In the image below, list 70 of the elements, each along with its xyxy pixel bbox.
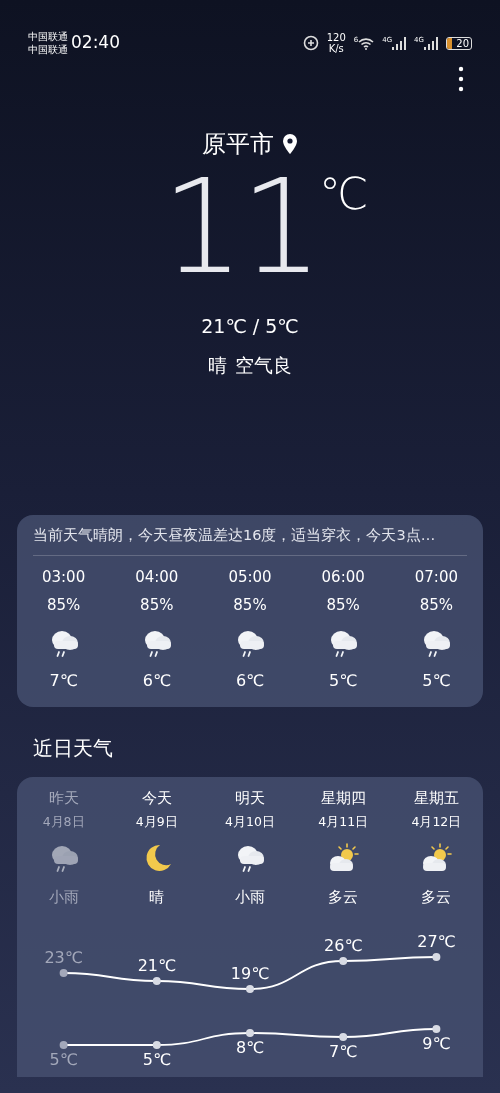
day-name: 今天 [141,787,172,809]
weather-condition: 晴 [208,352,227,378]
network-speed: 120 [326,32,346,43]
carrier-name: 中国联通 [28,30,68,43]
hour-time: 03:00 [41,566,86,588]
temperature-unit: ℃ [319,172,369,221]
carrier-name: 中国联通 [28,43,68,56]
wifi-icon [358,36,375,50]
data-point [152,976,161,985]
more-menu-icon[interactable] [458,66,464,92]
day-condition: 小雨 [235,887,265,908]
air-quality: 空气良 [235,352,292,378]
network-speed: K/s [327,43,345,54]
section-title: 近日天气 [33,734,114,762]
temperature-range: 21℃ / 5℃ [200,314,300,339]
temperature-label: 7℃ [329,1041,358,1061]
day-condition: 小雨 [48,887,79,908]
hour-time: 06:00 [321,566,365,588]
clock-time: 02:40 [71,31,120,55]
humidity: 85% [419,595,454,617]
temperature-label: 19℃ [230,963,270,983]
data-point [246,984,254,993]
day-date: 4月9日 [135,813,178,832]
city-name: 原平市 [202,129,274,160]
data-point [432,952,441,961]
day-condition: 多云 [421,887,452,908]
humidity: 85% [46,595,81,617]
day-date: 4月8日 [42,813,85,832]
hour-temperature: 5℃ [329,669,358,692]
signal-icon [424,36,438,50]
battery-indicator: 20 [446,36,472,50]
hour-time: 07:00 [414,566,458,588]
temperature-label: 5℃ [49,1049,78,1069]
signal-icon [392,36,407,50]
hour-temperature: 6℃ [142,669,171,692]
humidity: 85% [326,595,360,617]
day-condition: 晴 [149,887,165,908]
day-date: 4月12日 [411,813,462,832]
day-condition: 多云 [328,887,359,908]
humidity: 85% [233,595,267,617]
hour-temperature: 7℃ [49,669,78,692]
current-temperature: 11 [161,162,319,292]
data-point [432,1024,441,1033]
day-date: 4月11日 [318,813,369,832]
hour-time: 05:00 [228,566,272,588]
hour-time: 04:00 [135,566,179,588]
hour-temperature: 5℃ [422,669,451,692]
temperature-label: 23℃ [44,947,83,967]
temperature-label: 27℃ [417,931,456,951]
location-pin-icon [282,133,298,155]
temperature-label: 8℃ [235,1037,265,1057]
temperature-label: 5℃ [142,1049,171,1069]
data-point [59,1040,68,1049]
day-name: 明天 [235,787,265,809]
temperature-label: 21℃ [137,955,176,975]
day-name: 星期五 [413,787,459,809]
hour-temperature: 6℃ [235,669,265,692]
day-name: 昨天 [48,787,79,809]
day-name: 星期四 [320,787,366,809]
day-date: 4月10日 [225,813,275,832]
data-saver-icon [302,35,319,51]
data-point [339,956,348,965]
weather-summary: 当前天气晴朗，今天昼夜温差达16度，适当穿衣，今天3点… [32,526,437,545]
temperature-label: 9℃ [422,1033,451,1053]
humidity: 85% [140,595,174,617]
data-point [59,968,68,977]
temperature-label: 26℃ [324,935,363,955]
data-point [246,1028,254,1037]
data-point [152,1040,161,1049]
data-point [339,1032,348,1041]
